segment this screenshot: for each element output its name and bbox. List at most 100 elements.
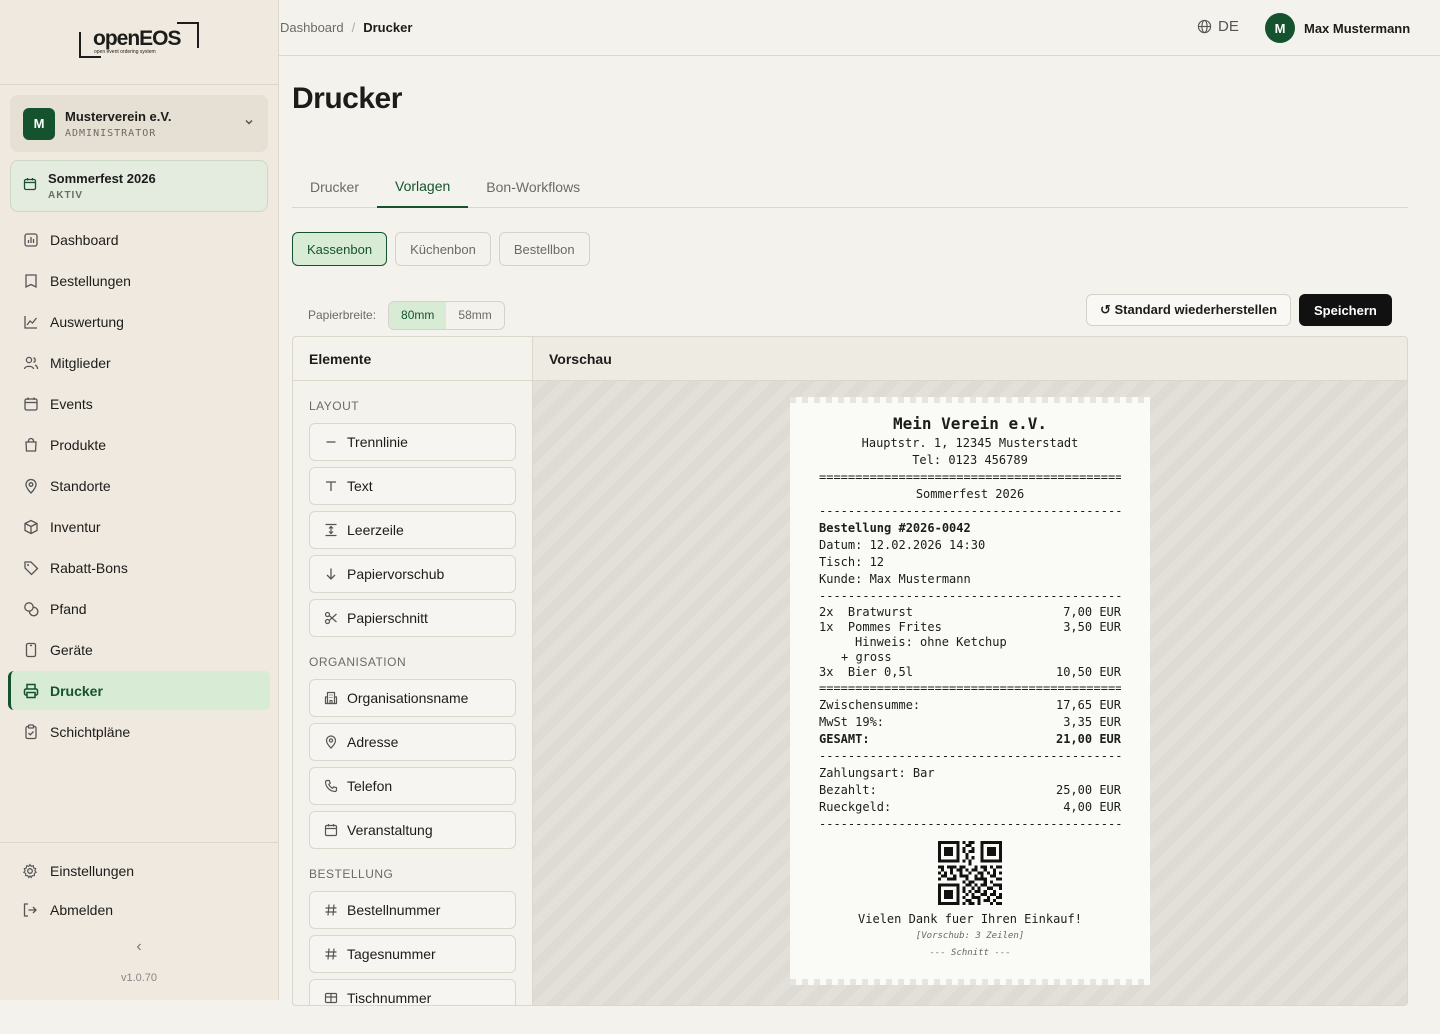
save-button[interactable]: Speichern xyxy=(1299,294,1392,326)
preview-heading: Vorschau xyxy=(533,337,1407,381)
template-type-tabs: Kassenbon Küchenbon Bestellbon xyxy=(292,232,598,266)
coins-icon xyxy=(22,600,40,618)
element-adresse[interactable]: Adresse xyxy=(309,723,516,761)
active-event-card[interactable]: Sommerfest 2026 AKTIV xyxy=(10,160,268,212)
receipt-item-row: 2x Bratwurst 7,00 EUR xyxy=(819,605,1121,620)
chart-icon xyxy=(22,231,40,249)
nav-item-mitglieder[interactable]: Mitglieder xyxy=(8,343,270,382)
nav-label: Rabatt-Bons xyxy=(50,559,128,576)
bag-icon xyxy=(22,436,40,454)
page-title: Drucker xyxy=(292,82,402,115)
tab-vorlagen[interactable]: Vorlagen xyxy=(377,165,469,208)
receipt-separator: ----------------------------------------… xyxy=(819,817,1121,831)
qr-code-icon xyxy=(938,841,1002,905)
receipt-tax-label: MwSt 19%: xyxy=(819,715,885,729)
openeos-logo[interactable]: openEOS open event ordering system xyxy=(79,22,199,62)
nav-item-dashboard[interactable]: Dashboard xyxy=(8,220,270,259)
element-label: Bestellnummer xyxy=(347,902,441,918)
element-bestellnummer[interactable]: Bestellnummer xyxy=(309,891,516,929)
nav-item-rabatt-bons[interactable]: Rabatt-Bons xyxy=(8,548,270,587)
group-label-layout: LAYOUT xyxy=(309,399,360,413)
element-papiervorschub[interactable]: Papiervorschub xyxy=(309,555,516,593)
receipt-org-name: Mein Verein e.V. xyxy=(892,414,1048,433)
paper-width-80mm[interactable]: 80mm xyxy=(389,301,447,329)
receipt-date: Datum: 12.02.2026 14:30 xyxy=(819,538,986,552)
calendar-icon xyxy=(23,177,37,196)
receipt-paid-label: Bezahlt: xyxy=(819,783,877,797)
breadcrumb: Dashboard / Drucker xyxy=(280,20,412,35)
receipt-item-note: Hinweis: ohne Ketchup xyxy=(855,635,1007,649)
language-switcher[interactable]: DE xyxy=(1197,18,1239,35)
element-organisationsname[interactable]: Organisationsname xyxy=(309,679,516,717)
element-trennlinie[interactable]: Trennlinie xyxy=(309,423,516,461)
subtab-kuechenbon[interactable]: Küchenbon xyxy=(395,232,491,266)
receipt-phone: Tel: 0123 456789 xyxy=(912,453,1028,467)
element-tagesnummer[interactable]: Tagesnummer xyxy=(309,935,516,973)
logout-icon xyxy=(22,902,40,918)
logout-link[interactable]: Abmelden xyxy=(0,890,278,929)
nav-label: Produkte xyxy=(50,436,107,453)
element-tischnummer[interactable]: Tischnummer xyxy=(309,979,516,1006)
logo-wordmark: openEOS xyxy=(93,27,182,50)
elements-palette: Elemente LAYOUT Trennlinie Text Leerzeil… xyxy=(293,337,533,1006)
receipt-bottom-edge xyxy=(790,979,1150,985)
breadcrumb-current: Drucker xyxy=(363,20,413,35)
org-switcher[interactable]: M Musterverein e.V. ADMINISTRATOR xyxy=(10,95,268,152)
nav-item-pfand[interactable]: Pfand xyxy=(8,589,270,628)
element-label: Tischnummer xyxy=(347,990,432,1006)
paper-width-58mm[interactable]: 58mm xyxy=(446,302,503,329)
settings-label: Einstellungen xyxy=(50,862,135,879)
trend-icon xyxy=(22,313,40,331)
app-version: v1.0.70 xyxy=(120,972,158,984)
hash-icon xyxy=(323,947,339,961)
user-menu[interactable]: M Max Mustermann xyxy=(1265,13,1410,43)
nav-label: Pfand xyxy=(50,600,87,617)
language-code: DE xyxy=(1218,18,1239,35)
receipt-cut-marker: --- Schnitt --- xyxy=(929,948,1011,958)
settings-link[interactable]: Einstellungen xyxy=(0,851,278,890)
receipt-change-value: 4,00 EUR xyxy=(1063,800,1121,814)
nav-item-geraete[interactable]: Geräte xyxy=(8,630,270,669)
users-icon xyxy=(22,354,40,372)
element-papierschnitt[interactable]: Papierschnitt xyxy=(309,599,516,637)
receipt-icon xyxy=(22,272,40,290)
element-label: Telefon xyxy=(347,778,393,794)
receipt-order-number: Bestellung #2026-0042 xyxy=(819,521,971,535)
element-label: Organisationsname xyxy=(347,690,469,706)
calendar-icon xyxy=(323,823,339,837)
element-label: Trennlinie xyxy=(347,434,408,450)
tab-bon-workflows[interactable]: Bon-Workflows xyxy=(468,165,598,208)
element-veranstaltung[interactable]: Veranstaltung xyxy=(309,811,516,849)
sidebar: openEOS open event ordering system M Mus… xyxy=(0,0,279,1000)
nav-item-bestellungen[interactable]: Bestellungen xyxy=(8,261,270,300)
org-role: ADMINISTRATOR xyxy=(65,127,157,139)
nav-item-drucker[interactable]: Drucker xyxy=(8,671,270,710)
arrow-down-icon xyxy=(323,567,339,581)
receipt-change-row: Rueckgeld: 4,00 EUR xyxy=(819,799,1121,816)
nav-item-standorte[interactable]: Standorte xyxy=(8,466,270,505)
nav-label: Drucker xyxy=(50,682,103,699)
nav-item-events[interactable]: Events xyxy=(8,384,270,423)
receipt-preview: Mein Verein e.V. Hauptstr. 1, 12345 Must… xyxy=(790,397,1150,985)
printer-tabs: Drucker Vorlagen Bon-Workflows xyxy=(292,165,1408,208)
nav-item-auswertung[interactable]: Auswertung xyxy=(8,302,270,341)
nav-item-schichtplaene[interactable]: Schichtpläne xyxy=(8,712,270,751)
subtab-kassenbon[interactable]: Kassenbon xyxy=(292,232,388,266)
receipt-paid-value: 25,00 EUR xyxy=(1055,783,1121,797)
globe-icon xyxy=(1197,19,1212,34)
element-text[interactable]: Text xyxy=(309,467,516,505)
tablet-icon xyxy=(22,641,40,659)
tab-drucker[interactable]: Drucker xyxy=(292,165,377,208)
element-telefon[interactable]: Telefon xyxy=(309,767,516,805)
nav-label: Schichtpläne xyxy=(50,723,131,740)
nav-item-inventur[interactable]: Inventur xyxy=(8,507,270,546)
receipt-customer: Kunde: Max Mustermann xyxy=(819,572,971,586)
subtab-bestellbon[interactable]: Bestellbon xyxy=(498,232,590,266)
reset-default-button[interactable]: ↺ Standard wiederherstellen xyxy=(1086,294,1292,326)
breadcrumb-root[interactable]: Dashboard xyxy=(280,20,344,35)
receipt-subtotal-label: Zwischensumme: xyxy=(819,698,921,712)
element-leerzeile[interactable]: Leerzeile xyxy=(309,511,516,549)
collapse-sidebar-button[interactable]: ‹ xyxy=(0,938,278,956)
nav-item-produkte[interactable]: Produkte xyxy=(8,425,270,464)
clipboard-icon xyxy=(22,723,40,741)
